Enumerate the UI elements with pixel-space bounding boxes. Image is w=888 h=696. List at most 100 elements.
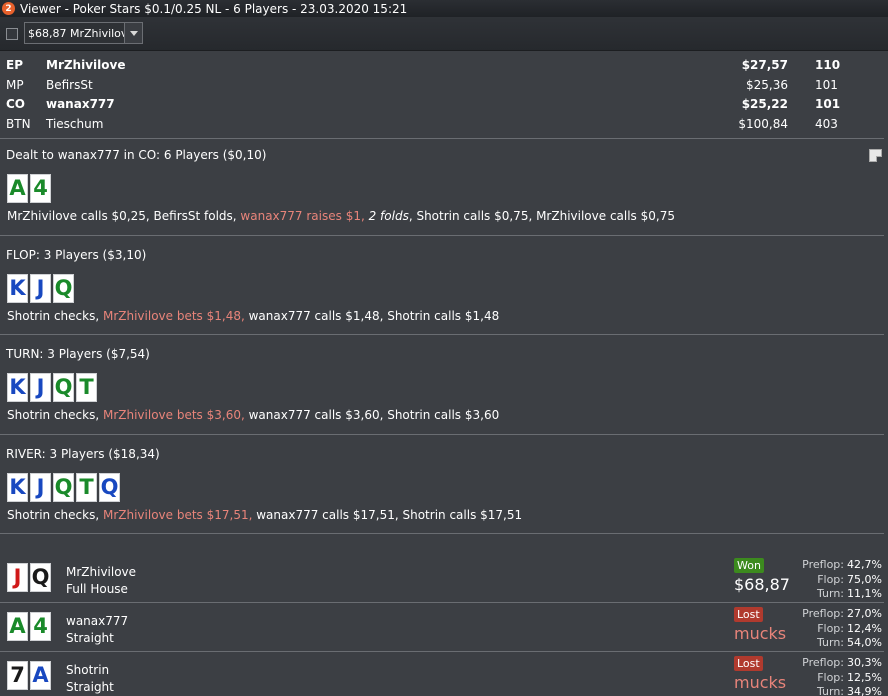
equity-label: Preflop: bbox=[802, 558, 844, 571]
note-icon[interactable] bbox=[869, 149, 882, 162]
action-text: MrZhivilove bets $1,48, bbox=[102, 309, 245, 323]
player-name[interactable]: wanax777 bbox=[46, 97, 115, 111]
equity-value: 42,7% bbox=[847, 558, 882, 571]
playing-card: K bbox=[7, 274, 28, 303]
player-row: CO wanax777 $25,22 101 bbox=[0, 95, 888, 115]
equity-line: Flop: 75,0% bbox=[790, 573, 882, 588]
playing-card: A bbox=[7, 174, 28, 203]
action-text: wanax777 calls $1,48, Shotrin calls $1,4… bbox=[244, 309, 500, 323]
showdown-cards: A4 bbox=[7, 612, 51, 641]
equity-line: Preflop: 42,7% bbox=[790, 558, 882, 573]
showdown-row[interactable]: JQ MrZhivilove Full House Won $68,87 Pre… bbox=[0, 557, 888, 606]
select-checkbox[interactable] bbox=[6, 28, 18, 40]
divider bbox=[0, 334, 884, 335]
showdown-hand-rank: Full House bbox=[66, 582, 128, 596]
playing-card: Q bbox=[99, 473, 120, 502]
divider bbox=[0, 651, 884, 652]
showdown-player-name: Shotrin bbox=[66, 663, 110, 677]
river-actions: Shotrin checks, MrZhivilove bets $17,51,… bbox=[7, 508, 522, 522]
player-position: CO bbox=[6, 97, 26, 111]
turn-actions: Shotrin checks, MrZhivilove bets $3,60, … bbox=[7, 408, 499, 422]
river-header: RIVER: 3 Players ($18,34) bbox=[6, 447, 160, 461]
title-bar: 2 Viewer - Poker Stars $0.1/0.25 NL - 6 … bbox=[0, 0, 888, 17]
equity-value: 75,0% bbox=[847, 572, 882, 586]
showdown-cards: 7A bbox=[7, 661, 51, 690]
action-text: MrZhivilove calls $0,25, BefirsSt folds, bbox=[7, 209, 241, 223]
equity-label: Turn: bbox=[816, 685, 844, 696]
action-text: Shotrin checks, bbox=[7, 508, 103, 522]
playing-card: J bbox=[30, 373, 51, 402]
divider bbox=[0, 602, 884, 603]
playing-card: J bbox=[30, 473, 51, 502]
preflop-header: Dealt to wanax777 in CO: 6 Players ($0,1… bbox=[6, 148, 267, 162]
player-hands: 110 bbox=[815, 58, 841, 72]
player-name[interactable]: MrZhivilove bbox=[46, 58, 125, 72]
equity-line: Turn: 54,0% bbox=[790, 636, 882, 651]
showdown-player-name: wanax777 bbox=[66, 614, 129, 628]
result-badge: Lost bbox=[734, 607, 763, 622]
equity-label: Turn: bbox=[816, 636, 844, 649]
player-hands: 403 bbox=[815, 116, 838, 131]
player-row: MP BefirsSt $25,36 101 bbox=[0, 76, 888, 96]
equity-label: Flop: bbox=[817, 572, 844, 586]
showdown-row[interactable]: 7A Shotrin Straight Lost mucks Preflop: 3… bbox=[0, 655, 888, 696]
playing-card: J bbox=[7, 563, 28, 592]
player-name[interactable]: Tieschum bbox=[46, 117, 103, 131]
result-badge: Won bbox=[734, 558, 764, 573]
equity-line: Flop: 12,4% bbox=[790, 622, 882, 637]
result-value: mucks bbox=[734, 673, 787, 692]
divider bbox=[0, 235, 884, 236]
action-text: Shotrin checks, bbox=[7, 309, 103, 323]
player-stack: $25,36 bbox=[746, 77, 788, 92]
player-select-dropdown[interactable]: $68,87 MrZhivilove bbox=[24, 22, 143, 44]
divider bbox=[0, 138, 884, 139]
equity-value: 12,4% bbox=[847, 621, 882, 635]
playing-card: 7 bbox=[7, 661, 28, 690]
equity-value: 27,0% bbox=[847, 607, 882, 620]
player-stack: $27,57 bbox=[741, 58, 788, 72]
equity-label: Turn: bbox=[816, 587, 844, 600]
action-text: MrZhivilove bets $17,51, bbox=[102, 508, 253, 522]
action-text: 2 folds bbox=[368, 209, 409, 223]
window-title: Viewer - Poker Stars $0.1/0.25 NL - 6 Pl… bbox=[20, 1, 408, 16]
playing-card: T bbox=[76, 473, 97, 502]
playing-card: T bbox=[76, 373, 97, 402]
divider bbox=[0, 533, 884, 534]
playing-card: K bbox=[7, 473, 28, 502]
toolbar: $68,87 MrZhivilove bbox=[0, 17, 888, 51]
playing-card: 4 bbox=[30, 174, 51, 203]
equity-line: Turn: 34,9% bbox=[790, 685, 882, 696]
equity-stats: Preflop: 27,0% Flop: 12,4% Turn: 54,0% bbox=[790, 607, 882, 651]
flop-actions: Shotrin checks, MrZhivilove bets $1,48, … bbox=[7, 309, 499, 323]
action-text: , Shotrin calls $0,75, MrZhivilove calls… bbox=[408, 209, 675, 223]
player-stack: $25,22 bbox=[741, 97, 788, 111]
equity-label: Flop: bbox=[817, 670, 844, 684]
showdown-hand-rank: Straight bbox=[66, 680, 114, 694]
hole-cards: A4 bbox=[7, 174, 51, 203]
chevron-down-icon bbox=[129, 30, 138, 36]
app-icon: 2 bbox=[2, 2, 15, 15]
player-row: BTN Tieschum $100,84 403 bbox=[0, 115, 888, 135]
equity-label: Preflop: bbox=[802, 607, 844, 620]
action-text: wanax777 calls $3,60, Shotrin calls $3,6… bbox=[244, 408, 500, 422]
playing-card: Q bbox=[53, 473, 74, 502]
player-select-value: $68,87 MrZhivilove bbox=[28, 26, 124, 40]
playing-card: Q bbox=[53, 274, 74, 303]
playing-card: A bbox=[7, 612, 28, 641]
playing-card: A bbox=[30, 661, 51, 690]
turn-cards: KJQT bbox=[7, 373, 97, 402]
dropdown-button[interactable] bbox=[124, 23, 142, 43]
showdown-row[interactable]: A4 wanax777 Straight Lost mucks Preflop:… bbox=[0, 606, 888, 655]
player-name[interactable]: BefirsSt bbox=[46, 78, 93, 92]
player-hands: 101 bbox=[815, 97, 841, 111]
action-text: MrZhivilove bets $3,60, bbox=[102, 408, 245, 422]
equity-value: 54,0% bbox=[847, 636, 882, 649]
playing-card: J bbox=[30, 274, 51, 303]
turn-header: TURN: 3 Players ($7,54) bbox=[6, 347, 150, 361]
equity-line: Preflop: 30,3% bbox=[790, 656, 882, 671]
preflop-actions: MrZhivilove calls $0,25, BefirsSt folds,… bbox=[7, 209, 675, 223]
player-position: EP bbox=[6, 58, 23, 72]
equity-value: 11,1% bbox=[847, 587, 882, 600]
player-position: BTN bbox=[6, 116, 31, 131]
players-table: EP MrZhivilove $27,57 110 MP BefirsSt $2… bbox=[0, 56, 888, 134]
